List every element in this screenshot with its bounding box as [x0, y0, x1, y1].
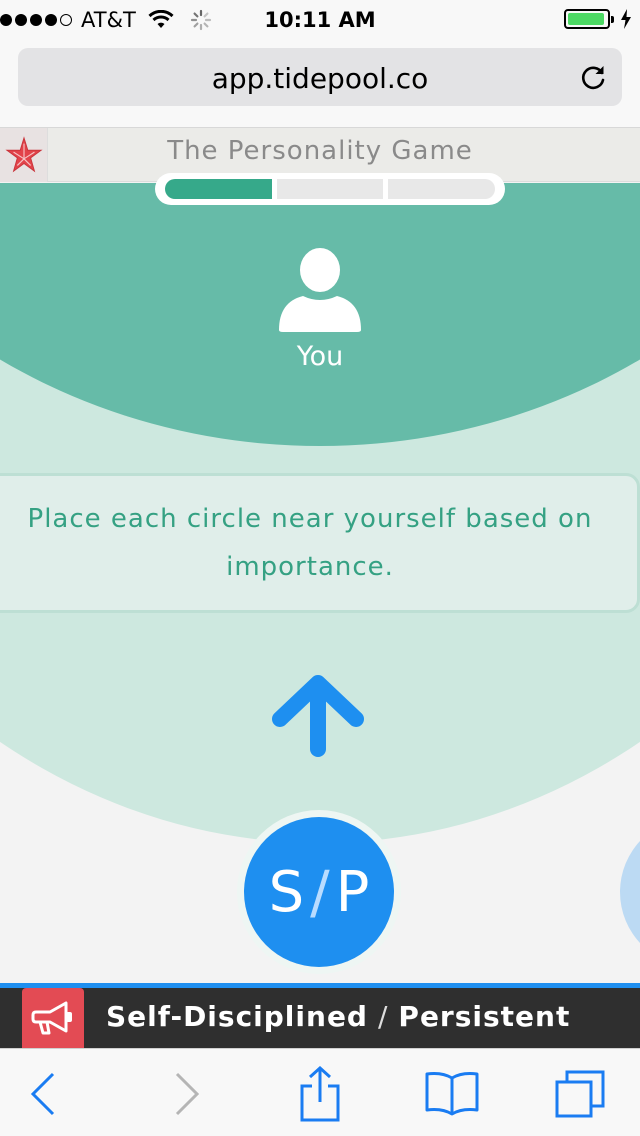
megaphone-icon [31, 1001, 72, 1035]
person-icon [279, 248, 361, 332]
back-icon [30, 1072, 55, 1116]
share-icon [300, 1066, 340, 1122]
trait-first: Self-Disciplined [106, 1000, 368, 1033]
bookmarks-button[interactable] [424, 1069, 480, 1119]
battery-level [568, 13, 605, 25]
trait-circle-right-letter: P [335, 859, 370, 925]
url-text: app.tidepool.co [211, 62, 429, 95]
instruction-text: Place each circle near yourself based on… [27, 504, 593, 582]
progress-bar [155, 173, 505, 205]
instruction-box: Place each circle near yourself based on… [0, 473, 640, 613]
trait-second: Persistent [398, 1000, 571, 1033]
trait-label: Self-Disciplined / Persistent [106, 1000, 570, 1033]
trait-circle-slash: / [310, 858, 330, 926]
next-trait-circle[interactable] [620, 817, 640, 967]
page-title: The Personality Game [167, 136, 473, 166]
wifi-icon [148, 10, 174, 28]
trait-label-bar: Self-Disciplined / Persistent [0, 988, 640, 1048]
carrier-name: AT&T [81, 8, 136, 32]
tabs-button[interactable] [552, 1069, 608, 1119]
charging-bolt-icon [621, 9, 631, 29]
bookmarks-icon [425, 1072, 479, 1116]
trait-circle-sp[interactable]: S / P [244, 817, 394, 967]
battery-icon [564, 9, 614, 29]
you-label: You [296, 341, 344, 372]
reload-icon[interactable] [580, 63, 608, 91]
megaphone-button[interactable] [22, 988, 84, 1048]
address-bar[interactable]: app.tidepool.co [18, 48, 622, 106]
progress-segment [388, 179, 496, 199]
status-right [564, 9, 632, 29]
progress-segment [276, 179, 384, 199]
tabs-icon [555, 1070, 605, 1118]
forward-icon [175, 1072, 200, 1116]
address-bar-area: app.tidepool.co [0, 40, 640, 128]
status-left: AT&T [0, 8, 212, 32]
share-button[interactable] [292, 1066, 348, 1122]
trait-separator: / [377, 1000, 389, 1033]
game-board: You Place each circle near yourself base… [0, 183, 640, 983]
signal-strength-icon [0, 14, 72, 26]
screen: { "status_bar": { "carrier": "AT&T", "ti… [0, 0, 640, 1136]
arrow-up-icon [272, 675, 364, 757]
status-bar: AT&T 10:11 AM [0, 0, 640, 40]
trait-circle-left-letter: S [268, 859, 305, 925]
back-button[interactable] [16, 1069, 72, 1119]
browser-toolbar [0, 1048, 640, 1136]
forward-button[interactable] [158, 1069, 214, 1119]
progress-segment [165, 179, 272, 199]
loading-spinner-icon [190, 9, 211, 31]
